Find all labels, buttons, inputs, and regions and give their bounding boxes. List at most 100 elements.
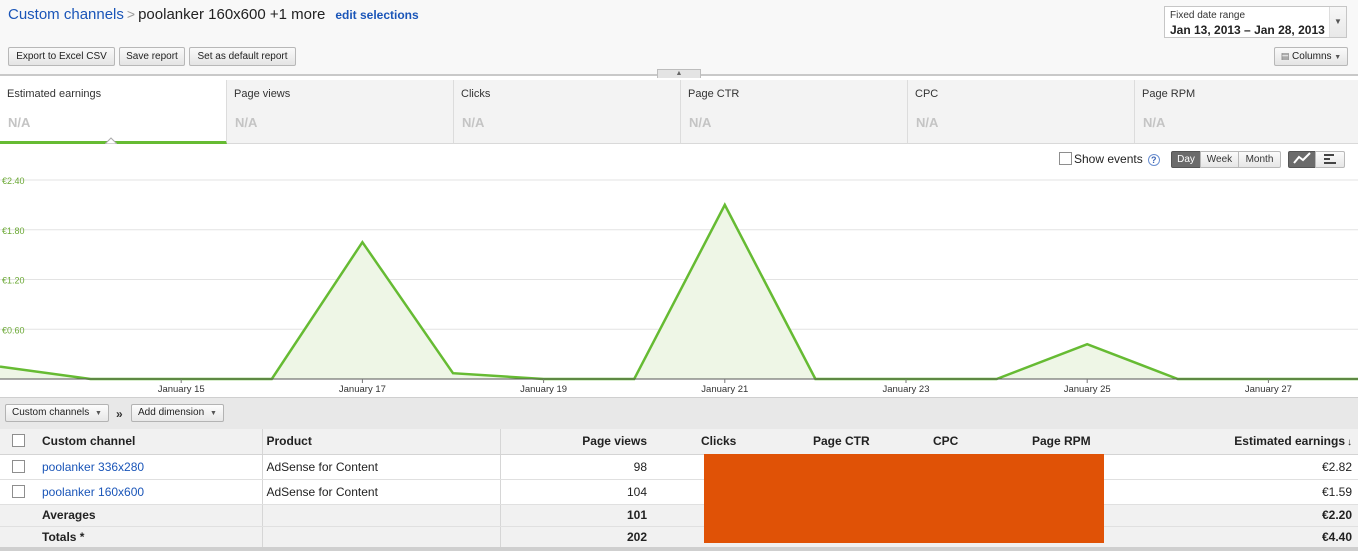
y-tick-label: €0.60 (2, 325, 25, 335)
empty-cell (0, 526, 38, 549)
metric-value: N/A (1143, 115, 1166, 130)
row-select-cell (0, 479, 38, 505)
chevron-down-icon[interactable]: ▼ (1329, 7, 1346, 37)
y-tick-label: €1.20 (2, 276, 25, 286)
select-all-checkbox[interactable] (12, 434, 25, 448)
col-header-clicks[interactable]: Clicks (651, 429, 763, 455)
col-header-cpc[interactable]: CPC (883, 429, 987, 455)
bar-list-icon (1324, 154, 1336, 164)
earnings-chart-svg: €2.40 €1.80 €1.20 €0.60 January 15 January 17… (0, 176, 1358, 395)
x-tick-label: January 25 (1064, 384, 1111, 395)
channel-cell: poolanker 336x280 (38, 454, 262, 480)
x-tick-label: January 27 (1245, 384, 1292, 395)
y-tick-label: €2.40 (2, 176, 25, 186)
earnings-cell: €1.59 (1099, 479, 1358, 505)
adsense-report-page: Custom channels > poolanker 160x600 +1 mor… (0, 0, 1358, 551)
show-events-control[interactable]: Show events? (1059, 152, 1160, 166)
add-dimension-dropdown[interactable]: Add dimension ▼ (131, 404, 224, 422)
chevron-down-icon: ▼ (95, 410, 102, 417)
row-select-cell (0, 454, 38, 480)
row-checkbox[interactable] (12, 459, 25, 473)
x-tick-label: January 19 (520, 384, 567, 395)
metric-tabs: Estimated earnings N/A Page views N/A Cl… (0, 80, 1358, 144)
dimension-separator: » (116, 407, 123, 421)
page-views-cell: 98 (499, 454, 651, 480)
x-tick-label: January 17 (339, 384, 386, 395)
table-header-row: Custom channel Product Page views Clicks… (0, 429, 1358, 455)
x-tick-label: January 23 (882, 384, 929, 395)
metric-value: N/A (462, 115, 485, 130)
columns-icon: ▤ (1280, 51, 1290, 61)
metric-name: Page views (234, 88, 291, 100)
metric-tab-estimated-earnings[interactable]: Estimated earnings N/A (0, 80, 227, 144)
earnings-cell: €2.82 (1099, 454, 1358, 480)
table-row: poolanker 336x280 AdSense for Content 98… (0, 454, 1358, 480)
row-checkbox[interactable] (12, 484, 25, 498)
empty-cell (0, 504, 38, 527)
metric-name: CPC (915, 88, 939, 100)
show-events-label: Show events (1074, 152, 1143, 166)
x-tick-label: January 15 (158, 384, 205, 395)
chevron-down-icon: ▼ (1334, 54, 1342, 61)
save-report-button[interactable]: Save report (119, 47, 185, 66)
totals-row: Totals * 202 €4.40 (0, 526, 1358, 549)
metric-tab-cpc[interactable]: CPC N/A (908, 80, 1135, 144)
breadcrumb-custom-channels-link[interactable]: Custom channels (8, 6, 124, 23)
metric-value: N/A (916, 115, 939, 130)
metric-tab-page-rpm[interactable]: Page RPM N/A (1135, 80, 1358, 144)
add-dimension-label: Add dimension (138, 407, 205, 418)
collapse-toggle[interactable]: ▲ (657, 69, 701, 78)
col-header-page-ctr[interactable]: Page CTR (763, 429, 883, 455)
x-tick-label: January 21 (701, 384, 748, 395)
select-all-cell (0, 429, 38, 455)
columns-label: Columns (1292, 51, 1332, 62)
channel-cell: poolanker 160x600 (38, 479, 262, 505)
sort-descending-icon: ↓ (1347, 437, 1352, 449)
date-range-selector[interactable]: Fixed date range Jan 13, 2013 – Jan 28, … (1164, 6, 1347, 38)
metric-name: Page RPM (1142, 88, 1196, 100)
set-default-report-button[interactable]: Set as default report (189, 47, 296, 66)
dimension-label: Custom channels (12, 407, 90, 418)
total-earnings-cell: €4.40 (1099, 526, 1358, 549)
line-chart-icon (1293, 152, 1311, 164)
col-header-estimated-earnings[interactable]: Estimated earnings ↓ (1099, 429, 1358, 455)
channel-link[interactable]: poolanker 336x280 (42, 460, 144, 474)
help-icon[interactable]: ? (1147, 154, 1160, 166)
col-header-page-rpm[interactable]: Page RPM (987, 429, 1099, 455)
col-header-page-views[interactable]: Page views (499, 429, 651, 455)
metric-tab-page-views[interactable]: Page views N/A (227, 80, 454, 144)
edit-selections-link[interactable]: edit selections (335, 8, 418, 22)
earnings-chart: €2.40 €1.80 €1.20 €0.60 January 15 January 17… (0, 174, 1358, 396)
line-chart-view-button[interactable] (1288, 151, 1316, 168)
columns-button[interactable]: ▤ Columns ▼ (1274, 47, 1348, 66)
chevron-up-icon: ▲ (675, 70, 683, 77)
report-header: Custom channels > poolanker 160x600 +1 mor… (0, 0, 1358, 76)
channel-link[interactable]: poolanker 160x600 (42, 485, 144, 499)
col-header-product[interactable]: Product (261, 429, 500, 455)
metric-name: Page CTR (688, 88, 740, 100)
export-csv-button[interactable]: Export to Excel CSV (8, 47, 115, 66)
metric-name: Estimated earnings (7, 88, 102, 100)
table-row: poolanker 160x600 AdSense for Content 10… (0, 479, 1358, 505)
totals-label: Totals * (38, 526, 262, 549)
metric-name: Clicks (461, 88, 491, 100)
empty-cell (261, 504, 500, 527)
granularity-month-button[interactable]: Month (1238, 151, 1281, 168)
metric-tab-clicks[interactable]: Clicks N/A (454, 80, 681, 144)
granularity-day-button[interactable]: Day (1171, 151, 1201, 168)
table-view-button[interactable] (1315, 151, 1345, 168)
averages-row: Averages 101 €2.20 (0, 504, 1358, 527)
breadcrumb-separator: > (126, 6, 136, 22)
custom-channels-dimension-dropdown[interactable]: Custom channels ▼ (5, 404, 109, 422)
metric-tab-page-ctr[interactable]: Page CTR N/A (681, 80, 908, 144)
active-tab-caret-icon (105, 137, 117, 144)
col-header-custom-channel[interactable]: Custom channel (38, 429, 262, 455)
show-events-checkbox[interactable] (1059, 152, 1072, 165)
granularity-week-button[interactable]: Week (1200, 151, 1239, 168)
redaction-block (704, 454, 1104, 543)
metric-value: N/A (8, 115, 31, 130)
metric-value: N/A (235, 115, 258, 130)
y-tick-label: €1.80 (2, 226, 25, 236)
page-views-cell: 104 (499, 479, 651, 505)
earnings-header-label: Estimated earnings (1234, 434, 1345, 449)
